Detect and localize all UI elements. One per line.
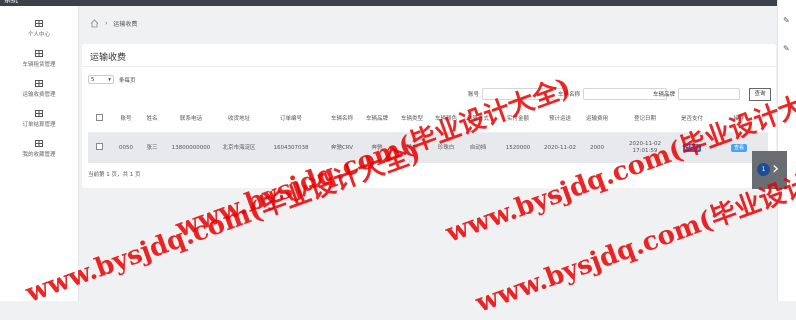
- cell-vehicle-color: 珍珠白: [430, 132, 462, 163]
- window-title: 系统: [4, 0, 18, 4]
- sidebar-item-vehicle-rental[interactable]: 车辆租赁管理: [0, 50, 78, 68]
- cell-select-all: [88, 132, 110, 163]
- filter-vehicle-name: 车辆名称: [558, 88, 668, 100]
- table-icon: [35, 80, 43, 87]
- sidebar-item-my-favorites[interactable]: 我的收藏管理: [0, 140, 78, 158]
- column-header-vehicle-name: 车辆名称: [324, 106, 360, 133]
- panel-title: 运输收费: [90, 53, 127, 63]
- column-header-actions: 操作: [710, 106, 768, 133]
- filter-label: 账号: [468, 92, 480, 98]
- filter-account: 账号: [468, 88, 567, 100]
- column-header-order-number: 订单编号: [258, 106, 324, 133]
- column-header-estimated-delivery: 预计运送: [542, 106, 578, 133]
- column-header-select-all[interactable]: [88, 106, 110, 133]
- column-header-vehicle-brand: 车辆品牌: [360, 106, 394, 133]
- table-icon: [35, 140, 43, 147]
- cell-settlement: 自动挡: [462, 132, 494, 163]
- page-indicator: 1: [757, 163, 770, 176]
- cell-vehicle-type: 轿车: [394, 132, 430, 163]
- chevron-right-icon: ›: [105, 19, 108, 27]
- page-size-select[interactable]: 5 ▾: [88, 75, 114, 84]
- page-size-value: 5: [91, 76, 95, 83]
- sidebar-item-label: 车辆租赁管理: [22, 62, 56, 68]
- row-checkbox[interactable]: [95, 143, 103, 150]
- column-header-account: 账号: [110, 106, 142, 133]
- account-input[interactable]: [482, 88, 567, 100]
- cell-estimated-delivery: 2020-11-02: [542, 132, 578, 163]
- cell-address: 北京市海淀区: [220, 132, 258, 163]
- column-header-register-date: 登记日期: [616, 106, 674, 133]
- table-icon: [35, 20, 43, 27]
- page-size-suffix: 条每页: [119, 77, 136, 84]
- cell-phone: 13800000000: [162, 132, 220, 163]
- column-header-address: 收货地址: [220, 106, 258, 133]
- sidebar: 个人中心 车辆租赁管理 运输收费管理 订单结算管理 我的收藏管理: [0, 6, 79, 301]
- edit-icon[interactable]: ✎: [783, 44, 790, 53]
- column-header-amount-paid: 实付金额: [494, 106, 542, 133]
- cell-payment-status: 已支付: [674, 132, 710, 163]
- data-table: 账号 姓名 联系电话 收货地址 订单编号 车辆名称 车辆品牌 车辆类型 车辆颜色 结算方式 实付金额…: [88, 106, 768, 163]
- pagination-info: 当前第 1 页，共 1 页: [88, 172, 141, 178]
- breadcrumb-current: 运输收费: [113, 20, 138, 28]
- content-panel: 运输收费 5 ▾ 条每页 账号 车辆名称 车辆品牌 查询 账号 姓名 联系电话 收货地…: [82, 44, 776, 188]
- view-button[interactable]: 查看: [731, 144, 747, 152]
- top-bar: 系统: [0, 0, 796, 6]
- next-page-button[interactable]: 1 ›: [752, 151, 787, 189]
- column-header-phone: 联系电话: [162, 106, 220, 133]
- filter-vehicle-brand: 车辆品牌: [653, 88, 741, 100]
- sidebar-item-label: 订单结算管理: [22, 122, 56, 128]
- select-all-checkbox[interactable]: [95, 114, 103, 121]
- home-icon[interactable]: [90, 18, 99, 28]
- sidebar-item-transport-fee[interactable]: 运输收费管理: [0, 80, 78, 98]
- column-header-settlement: 结算方式: [462, 106, 494, 133]
- pen-icon[interactable]: ✎: [783, 16, 790, 25]
- search-button[interactable]: 查询: [749, 88, 771, 101]
- column-header-transport-fee: 运输费用: [578, 106, 616, 133]
- cell-register-date: 2020-11-02 17:01:59: [616, 132, 674, 163]
- cell-name: 张三: [142, 132, 162, 163]
- column-header-payment-status: 是否支付: [674, 106, 710, 133]
- sidebar-item-label: 运输收费管理: [22, 92, 56, 98]
- table-row[interactable]: 0050 张三 13800000000 北京市海淀区 1604307038 奔驰CRV 奔驰…: [88, 132, 768, 163]
- column-header-vehicle-color: 车辆颜色: [430, 106, 462, 133]
- cell-order-number: 1604307038: [258, 132, 324, 163]
- filter-label: 车辆名称: [558, 92, 581, 98]
- cell-vehicle-name: 奔驰CRV: [324, 132, 360, 163]
- table-icon: [35, 50, 43, 57]
- sidebar-item-personal-center[interactable]: 个人中心: [0, 20, 78, 38]
- table-icon: [35, 110, 43, 117]
- cell-vehicle-brand: 奔驰: [360, 132, 394, 163]
- cell-amount-paid: 1520000: [494, 132, 542, 163]
- payment-status-button[interactable]: 已支付: [683, 144, 701, 152]
- sidebar-item-order-settlement[interactable]: 订单结算管理: [0, 110, 78, 128]
- vehicle-brand-input[interactable]: [678, 88, 741, 100]
- chevron-down-icon: ▾: [108, 76, 111, 83]
- chevron-right-icon: ›: [772, 158, 780, 179]
- table-header-row: 账号 姓名 联系电话 收货地址 订单编号 车辆名称 车辆品牌 车辆类型 车辆颜色 结算方式 实付金额…: [88, 106, 768, 133]
- cell-transport-fee: 2000: [578, 132, 616, 163]
- page-size-control: 5 ▾ 条每页: [88, 75, 136, 84]
- sidebar-item-label: 我的收藏管理: [22, 152, 56, 158]
- column-header-vehicle-type: 车辆类型: [394, 106, 430, 133]
- breadcrumb: › 运输收费: [90, 17, 137, 29]
- cell-account: 0050: [110, 132, 142, 163]
- column-header-name: 姓名: [142, 106, 162, 133]
- sidebar-item-label: 个人中心: [27, 32, 50, 38]
- divider: [82, 66, 776, 67]
- filter-label: 车辆品牌: [653, 92, 676, 98]
